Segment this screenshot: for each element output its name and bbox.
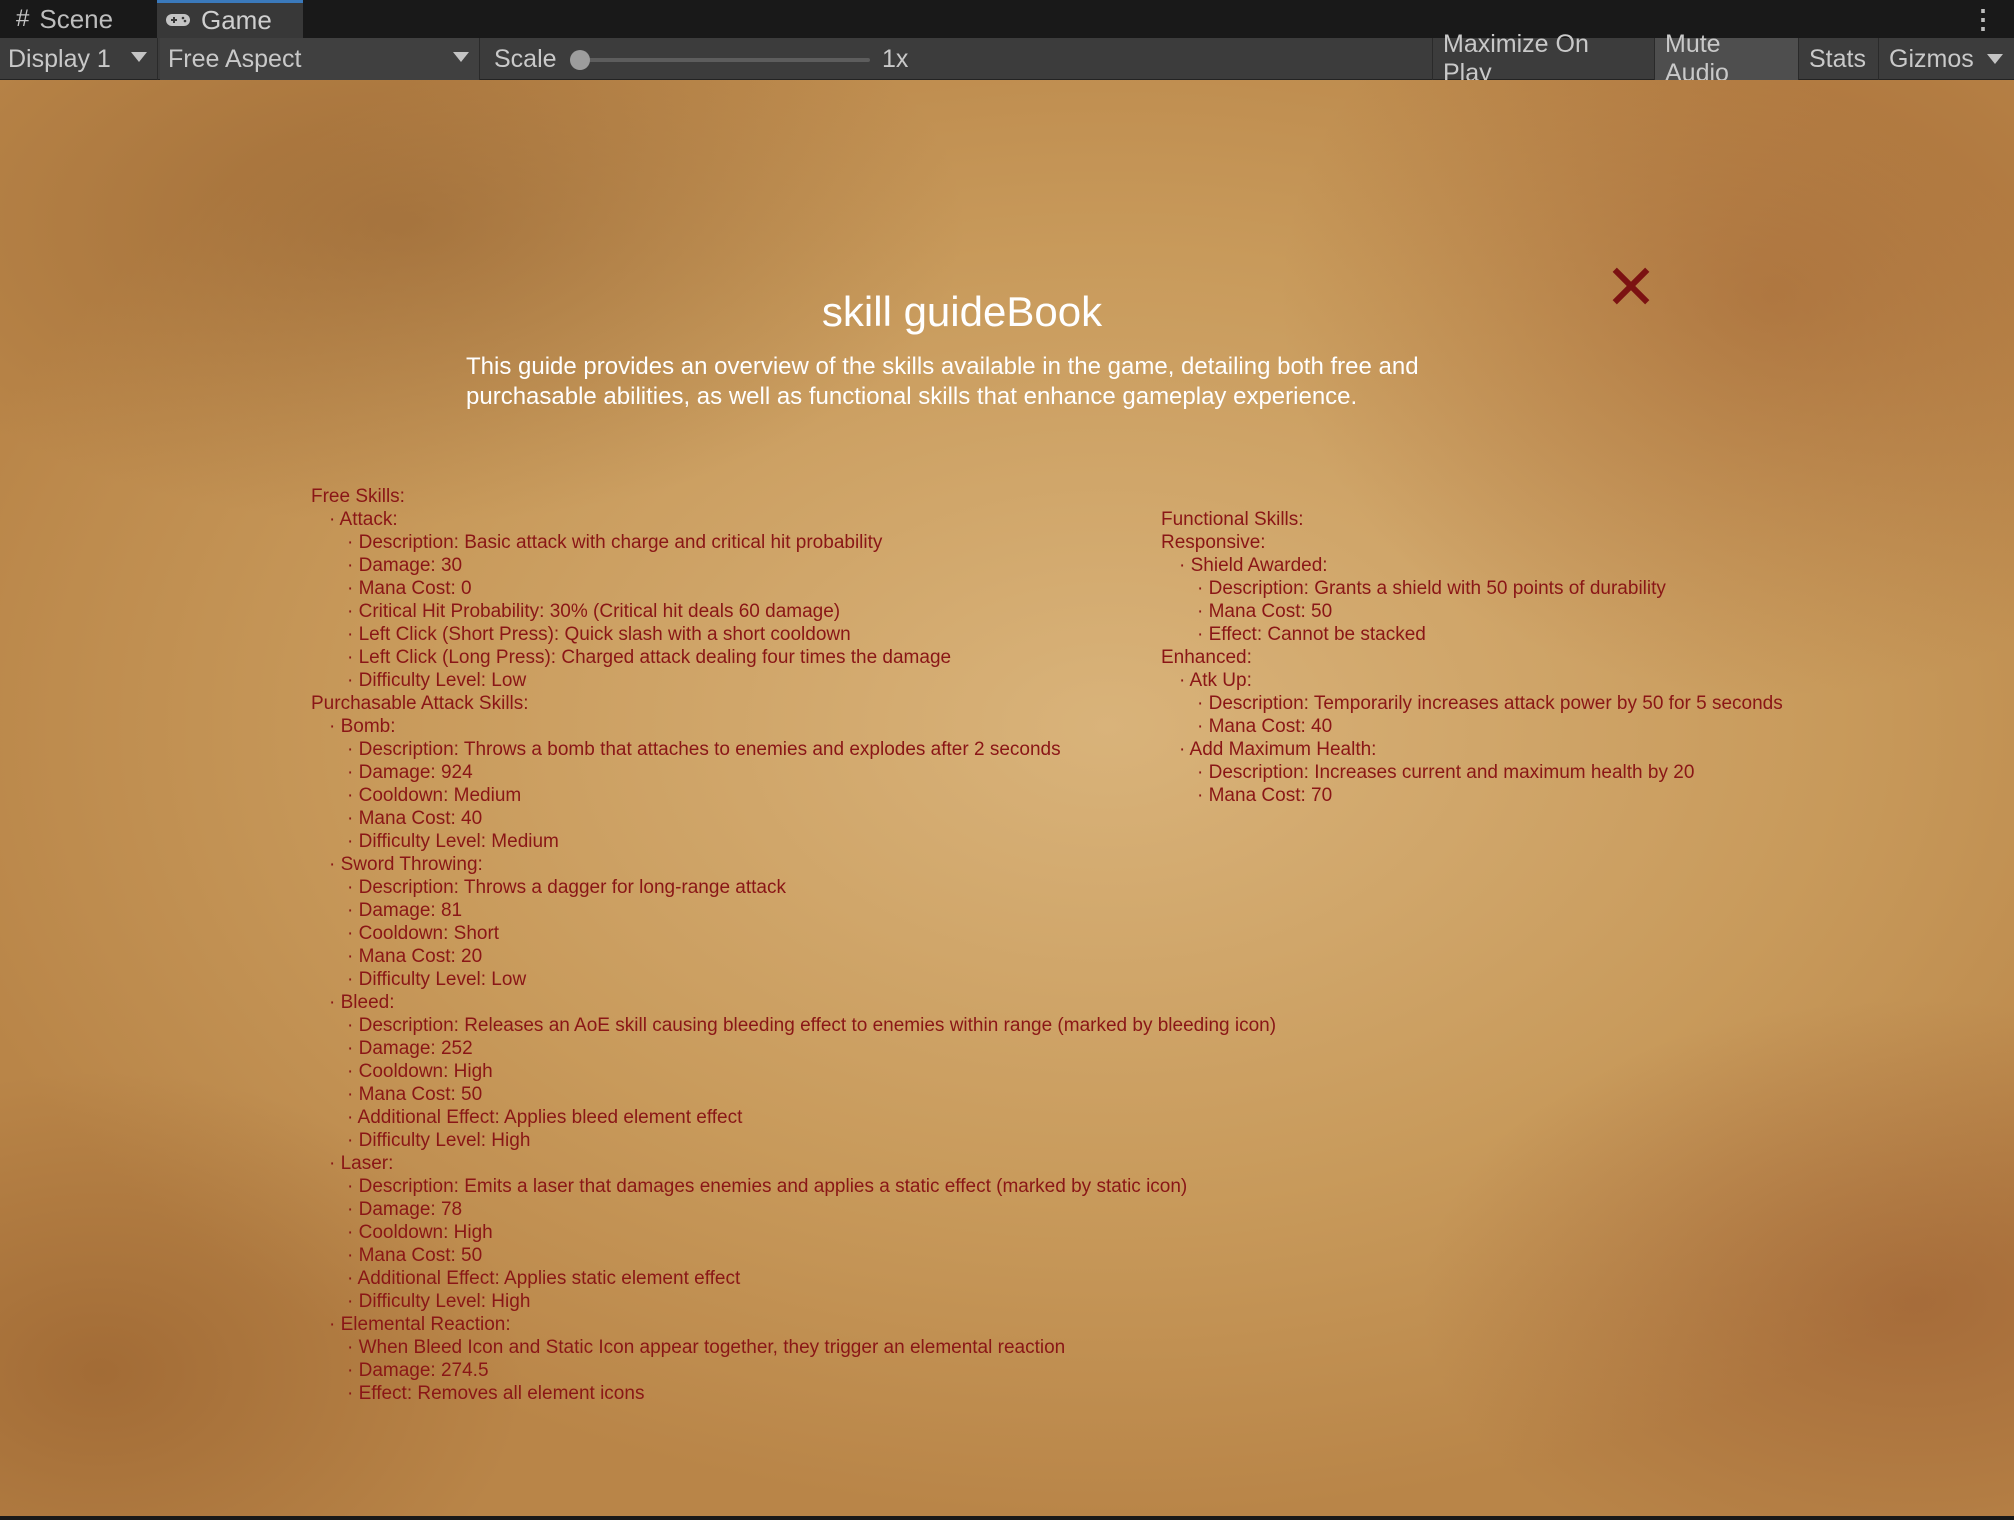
- guide-line: · Description: Throws a dagger for long-…: [347, 877, 786, 898]
- scale-value: 1x: [882, 44, 909, 73]
- guide-line: · Description: Emits a laser that damage…: [347, 1176, 1188, 1197]
- guide-line: · Damage: 924: [347, 762, 473, 783]
- guide-line: · Mana Cost: 50: [347, 1245, 483, 1266]
- guide-line: · Description: Temporarily increases att…: [1197, 693, 1783, 714]
- guide-line: · Description: Releases an AoE skill cau…: [347, 1015, 1277, 1036]
- guide-line: · Mana Cost: 0: [347, 578, 472, 599]
- guide-line: · Elemental Reaction:: [329, 1314, 511, 1335]
- mute-audio-button[interactable]: Mute Audio: [1654, 30, 1798, 87]
- guide-line: Free Skills:: [311, 486, 405, 507]
- stats-button[interactable]: Stats: [1798, 38, 1878, 80]
- guide-line: · Mana Cost: 40: [347, 808, 483, 829]
- guide-line: · Critical Hit Probability: 30% (Critica…: [347, 601, 841, 622]
- guide-line: · Damage: 30: [347, 555, 463, 576]
- skills-list-right: Functional Skills: Responsive: · Shield Aw…: [1161, 508, 1783, 807]
- game-view: skill guideBook This guide provides an o…: [0, 80, 2014, 1516]
- hash-icon: #: [16, 5, 30, 32]
- guide-line: · Mana Cost: 70: [1197, 785, 1333, 806]
- maximize-on-play-button[interactable]: Maximize On Play: [1432, 30, 1654, 87]
- guide-line: · Add Maximum Health:: [1179, 739, 1377, 760]
- guide-intro: This guide provides an overview of the s…: [466, 353, 1419, 410]
- guide-line: · Cooldown: Medium: [347, 785, 522, 806]
- guide-line: · Difficulty Level: High: [347, 1291, 531, 1312]
- guide-title: skill guideBook: [821, 288, 1103, 335]
- guide-line: · Description: Grants a shield with 50 p…: [1197, 578, 1666, 599]
- guide-line: · Mana Cost: 50: [1197, 601, 1333, 622]
- scale-slider-track[interactable]: [580, 58, 870, 62]
- guide-line: · Damage: 252: [347, 1038, 473, 1059]
- guide-line: · Laser:: [329, 1153, 394, 1174]
- guide-line: · Sword Throwing:: [329, 854, 483, 875]
- guide-line: · Description: Basic attack with charge …: [347, 532, 883, 553]
- aspect-dropdown[interactable]: Free Aspect: [160, 38, 480, 80]
- guide-line: · Left Click (Long Press): Charged attac…: [347, 647, 952, 668]
- guide-line: · Damage: 274.5: [347, 1360, 489, 1381]
- guide-line: · Cooldown: Short: [347, 923, 500, 944]
- guide-line: · Mana Cost: 20: [347, 946, 483, 967]
- guide-line: · Left Click (Short Press): Quick slash …: [347, 624, 851, 645]
- skills-list-left: Free Skills: · Attack: · Description: Basi…: [311, 485, 1276, 1405]
- guide-line: Functional Skills:: [1161, 509, 1304, 530]
- display-dropdown-label: Display 1: [8, 44, 111, 73]
- guide-line: · Bomb:: [329, 716, 396, 737]
- guide-line: · Cooldown: High: [347, 1061, 493, 1082]
- more-options-icon[interactable]: ⋮: [1970, 4, 1996, 35]
- chevron-down-icon[interactable]: [1987, 54, 2003, 64]
- chevron-down-icon: [453, 52, 469, 62]
- guide-line: · Mana Cost: 40: [1197, 716, 1333, 737]
- game-toolbar: Display 1 Free Aspect Scale 1x Maximize …: [0, 30, 2014, 87]
- gamepad-icon: [165, 7, 191, 35]
- tab-game[interactable]: Game: [157, 0, 303, 38]
- gizmos-button[interactable]: Gizmos: [1878, 38, 1978, 80]
- guide-line: · Description: Increases current and max…: [1197, 762, 1695, 783]
- guide-line: · Atk Up:: [1179, 670, 1252, 691]
- guide-line: · When Bleed Icon and Static Icon appear…: [347, 1337, 1066, 1358]
- guide-line: · Effect: Removes all element icons: [347, 1383, 645, 1404]
- guide-line: Enhanced:: [1161, 647, 1252, 668]
- guide-line: · Difficulty Level: Low: [347, 969, 527, 990]
- scale-slider-thumb[interactable]: [570, 50, 590, 70]
- guide-line: · Difficulty Level: High: [347, 1130, 531, 1151]
- guide-line: · Mana Cost: 50: [347, 1084, 483, 1105]
- guide-line: · Effect: Cannot be stacked: [1197, 624, 1426, 645]
- guide-line: · Attack:: [329, 509, 398, 530]
- guide-line: Purchasable Attack Skills:: [311, 693, 529, 714]
- guide-line: · Additional Effect: Applies bleed eleme…: [347, 1107, 743, 1128]
- guide-line: · Additional Effect: Applies static elem…: [347, 1268, 741, 1289]
- guide-line: · Cooldown: High: [347, 1222, 493, 1243]
- guide-line: · Damage: 81: [347, 900, 463, 921]
- chevron-down-icon: [131, 52, 147, 62]
- bottom-border: [0, 1516, 2014, 1520]
- display-dropdown[interactable]: Display 1: [0, 38, 158, 80]
- guide-line: · Difficulty Level: Low: [347, 670, 527, 691]
- guide-line: · Difficulty Level: Medium: [347, 831, 559, 852]
- guide-line: · Damage: 78: [347, 1199, 463, 1220]
- guide-line: · Shield Awarded:: [1179, 555, 1328, 576]
- tab-scene-label: Scene: [39, 3, 114, 34]
- guide-line: · Description: Throws a bomb that attach…: [347, 739, 1061, 760]
- guide-line: Responsive:: [1161, 532, 1266, 553]
- tab-scene[interactable]: # Scene: [10, 0, 152, 38]
- guide-line: · Bleed:: [329, 992, 395, 1013]
- aspect-dropdown-label: Free Aspect: [168, 44, 302, 73]
- tab-game-label: Game: [201, 5, 272, 35]
- scale-label: Scale: [494, 44, 557, 73]
